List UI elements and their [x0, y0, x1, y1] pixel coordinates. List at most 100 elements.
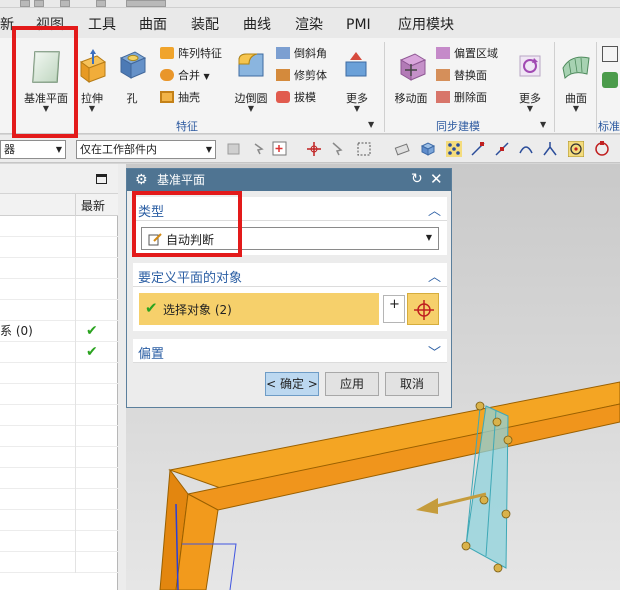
tab-render[interactable]: 渲染 [295, 15, 323, 35]
control-point-icon[interactable] [518, 141, 534, 157]
more-sync-button[interactable]: 更多 ▼ [510, 46, 550, 116]
box-select-icon[interactable] [356, 141, 372, 157]
chevron-down-icon[interactable]: ▼ [540, 120, 546, 129]
ribbon-divider [596, 42, 597, 132]
quick-access-icon[interactable] [60, 0, 70, 7]
replace-face-button[interactable]: 替换面 [436, 66, 487, 86]
apply-button[interactable]: 应用 [325, 372, 379, 396]
chevron-down-icon[interactable]: ▼ [510, 104, 550, 113]
dialog-title-bar[interactable]: ⚙ 基准平面 ↻ ✕ [127, 169, 451, 191]
column-latest[interactable]: 最新 [81, 197, 105, 214]
scrollbar[interactable] [118, 164, 126, 590]
table-row[interactable] [0, 384, 118, 405]
solid-cube-icon[interactable] [420, 141, 436, 157]
unite-button[interactable]: 合并 ▼ [160, 66, 210, 86]
scope-filter-select[interactable]: 仅在工作部件内 ▼ [76, 140, 216, 159]
delete-face-button[interactable]: 删除面 [436, 88, 487, 108]
table-row[interactable] [0, 552, 118, 573]
row-name [0, 384, 76, 405]
select-objects-row[interactable]: ✔ 选择对象 (2) [139, 293, 379, 325]
surface-button[interactable]: 曲面 ▼ [558, 46, 594, 116]
table-row[interactable] [0, 405, 118, 426]
draft-button[interactable]: 拔模 [276, 88, 316, 108]
quick-access-icon[interactable] [34, 0, 44, 7]
pointer-icon[interactable] [330, 141, 346, 157]
objects-section-header[interactable]: 要定义平面的对象 ︿ [133, 263, 447, 287]
type-filter-value: 器 [4, 143, 15, 156]
table-row[interactable] [0, 468, 118, 489]
table-row[interactable] [0, 300, 118, 321]
table-row[interactable] [0, 447, 118, 468]
chevron-down-icon[interactable]: ▼ [368, 120, 374, 129]
type-filter-select[interactable]: 器 ▼ [0, 140, 66, 159]
chamfer-button[interactable]: 倒斜角 [276, 44, 327, 64]
ok-button[interactable]: < 确定 > [265, 372, 319, 396]
eraser-icon[interactable] [394, 141, 410, 157]
row-name [0, 552, 76, 573]
offset-section-header[interactable]: 偏置 ﹀ [133, 339, 447, 363]
chevron-down-icon[interactable]: ﹀ [428, 342, 441, 361]
pattern-feature-button[interactable]: 阵列特征 [160, 44, 222, 64]
table-row[interactable] [0, 258, 118, 279]
snap-icon[interactable] [306, 141, 322, 157]
cancel-button[interactable]: 取消 [385, 372, 439, 396]
quadrant-point-icon[interactable] [594, 141, 610, 157]
table-row[interactable] [0, 426, 118, 447]
reset-icon[interactable]: ↻ [411, 168, 423, 190]
chevron-down-icon[interactable]: ▼ [558, 104, 594, 113]
tab-assembly[interactable]: 装配 [191, 15, 219, 35]
shell-button[interactable]: 抽壳 [160, 88, 200, 108]
part-navigator: 最新 系 (0) ✔ ✔ [0, 164, 118, 590]
end-point-icon[interactable] [470, 141, 486, 157]
more-feature-button[interactable]: 更多 ▼ [336, 46, 378, 116]
gear-icon[interactable]: ⚙ [135, 169, 148, 191]
quick-access-icon[interactable] [20, 0, 30, 7]
row-name: 系 (0) [0, 321, 76, 342]
snap-points-icon[interactable] [446, 141, 462, 157]
offset-region-button[interactable]: 偏置区域 [436, 44, 498, 64]
table-row[interactable]: 系 (0) ✔ [0, 321, 118, 342]
row-name [0, 279, 76, 300]
hole-label: 孔 [126, 92, 138, 105]
close-icon[interactable]: ✕ [430, 168, 443, 190]
maximize-icon[interactable] [96, 174, 107, 184]
chevron-up-icon[interactable]: ︿ [428, 200, 441, 219]
table-row[interactable] [0, 531, 118, 552]
add-selection-button[interactable]: + [383, 295, 405, 323]
delete-face-icon [436, 91, 450, 103]
chevron-down-icon[interactable]: ▼ [228, 104, 274, 113]
hole-button[interactable]: 孔 [112, 46, 152, 116]
tab-application[interactable]: 应用模块 [398, 15, 454, 35]
table-row[interactable] [0, 489, 118, 510]
shell-icon [160, 91, 174, 103]
table-row[interactable] [0, 363, 118, 384]
table-row[interactable] [0, 216, 118, 237]
quick-access-strip [0, 0, 620, 8]
edge-blend-button[interactable]: 边倒圆 ▼ [228, 46, 274, 116]
row-name [0, 531, 76, 552]
table-row[interactable] [0, 237, 118, 258]
trim-body-button[interactable]: 修剪体 [276, 66, 327, 86]
tab-pmi[interactable]: PMI [346, 15, 371, 35]
arc-center-icon[interactable] [568, 141, 584, 157]
mid-point-icon[interactable] [494, 141, 510, 157]
window-menu-icon[interactable] [126, 0, 166, 7]
point-dialog-button[interactable] [407, 293, 439, 325]
standard-icon[interactable] [602, 46, 618, 62]
tab-curve[interactable]: 曲线 [243, 15, 271, 35]
intersection-icon[interactable] [542, 141, 558, 157]
select-plus-icon[interactable] [272, 141, 288, 157]
arrow-icon[interactable] [252, 141, 268, 157]
quick-access-icon[interactable] [96, 0, 106, 7]
tab-surface[interactable]: 曲面 [139, 15, 167, 35]
table-row[interactable] [0, 279, 118, 300]
chevron-up-icon[interactable]: ︿ [428, 266, 441, 285]
move-face-button[interactable]: 移动面 [390, 46, 432, 116]
table-row[interactable] [0, 510, 118, 531]
offset-section-title: 偏置 [138, 347, 165, 362]
standard-icon[interactable] [602, 72, 618, 88]
table-row[interactable]: ✔ [0, 342, 118, 363]
filter-icon[interactable] [226, 141, 242, 157]
chevron-down-icon[interactable]: ▼ [336, 104, 378, 113]
tab-tools[interactable]: 工具 [88, 15, 116, 35]
